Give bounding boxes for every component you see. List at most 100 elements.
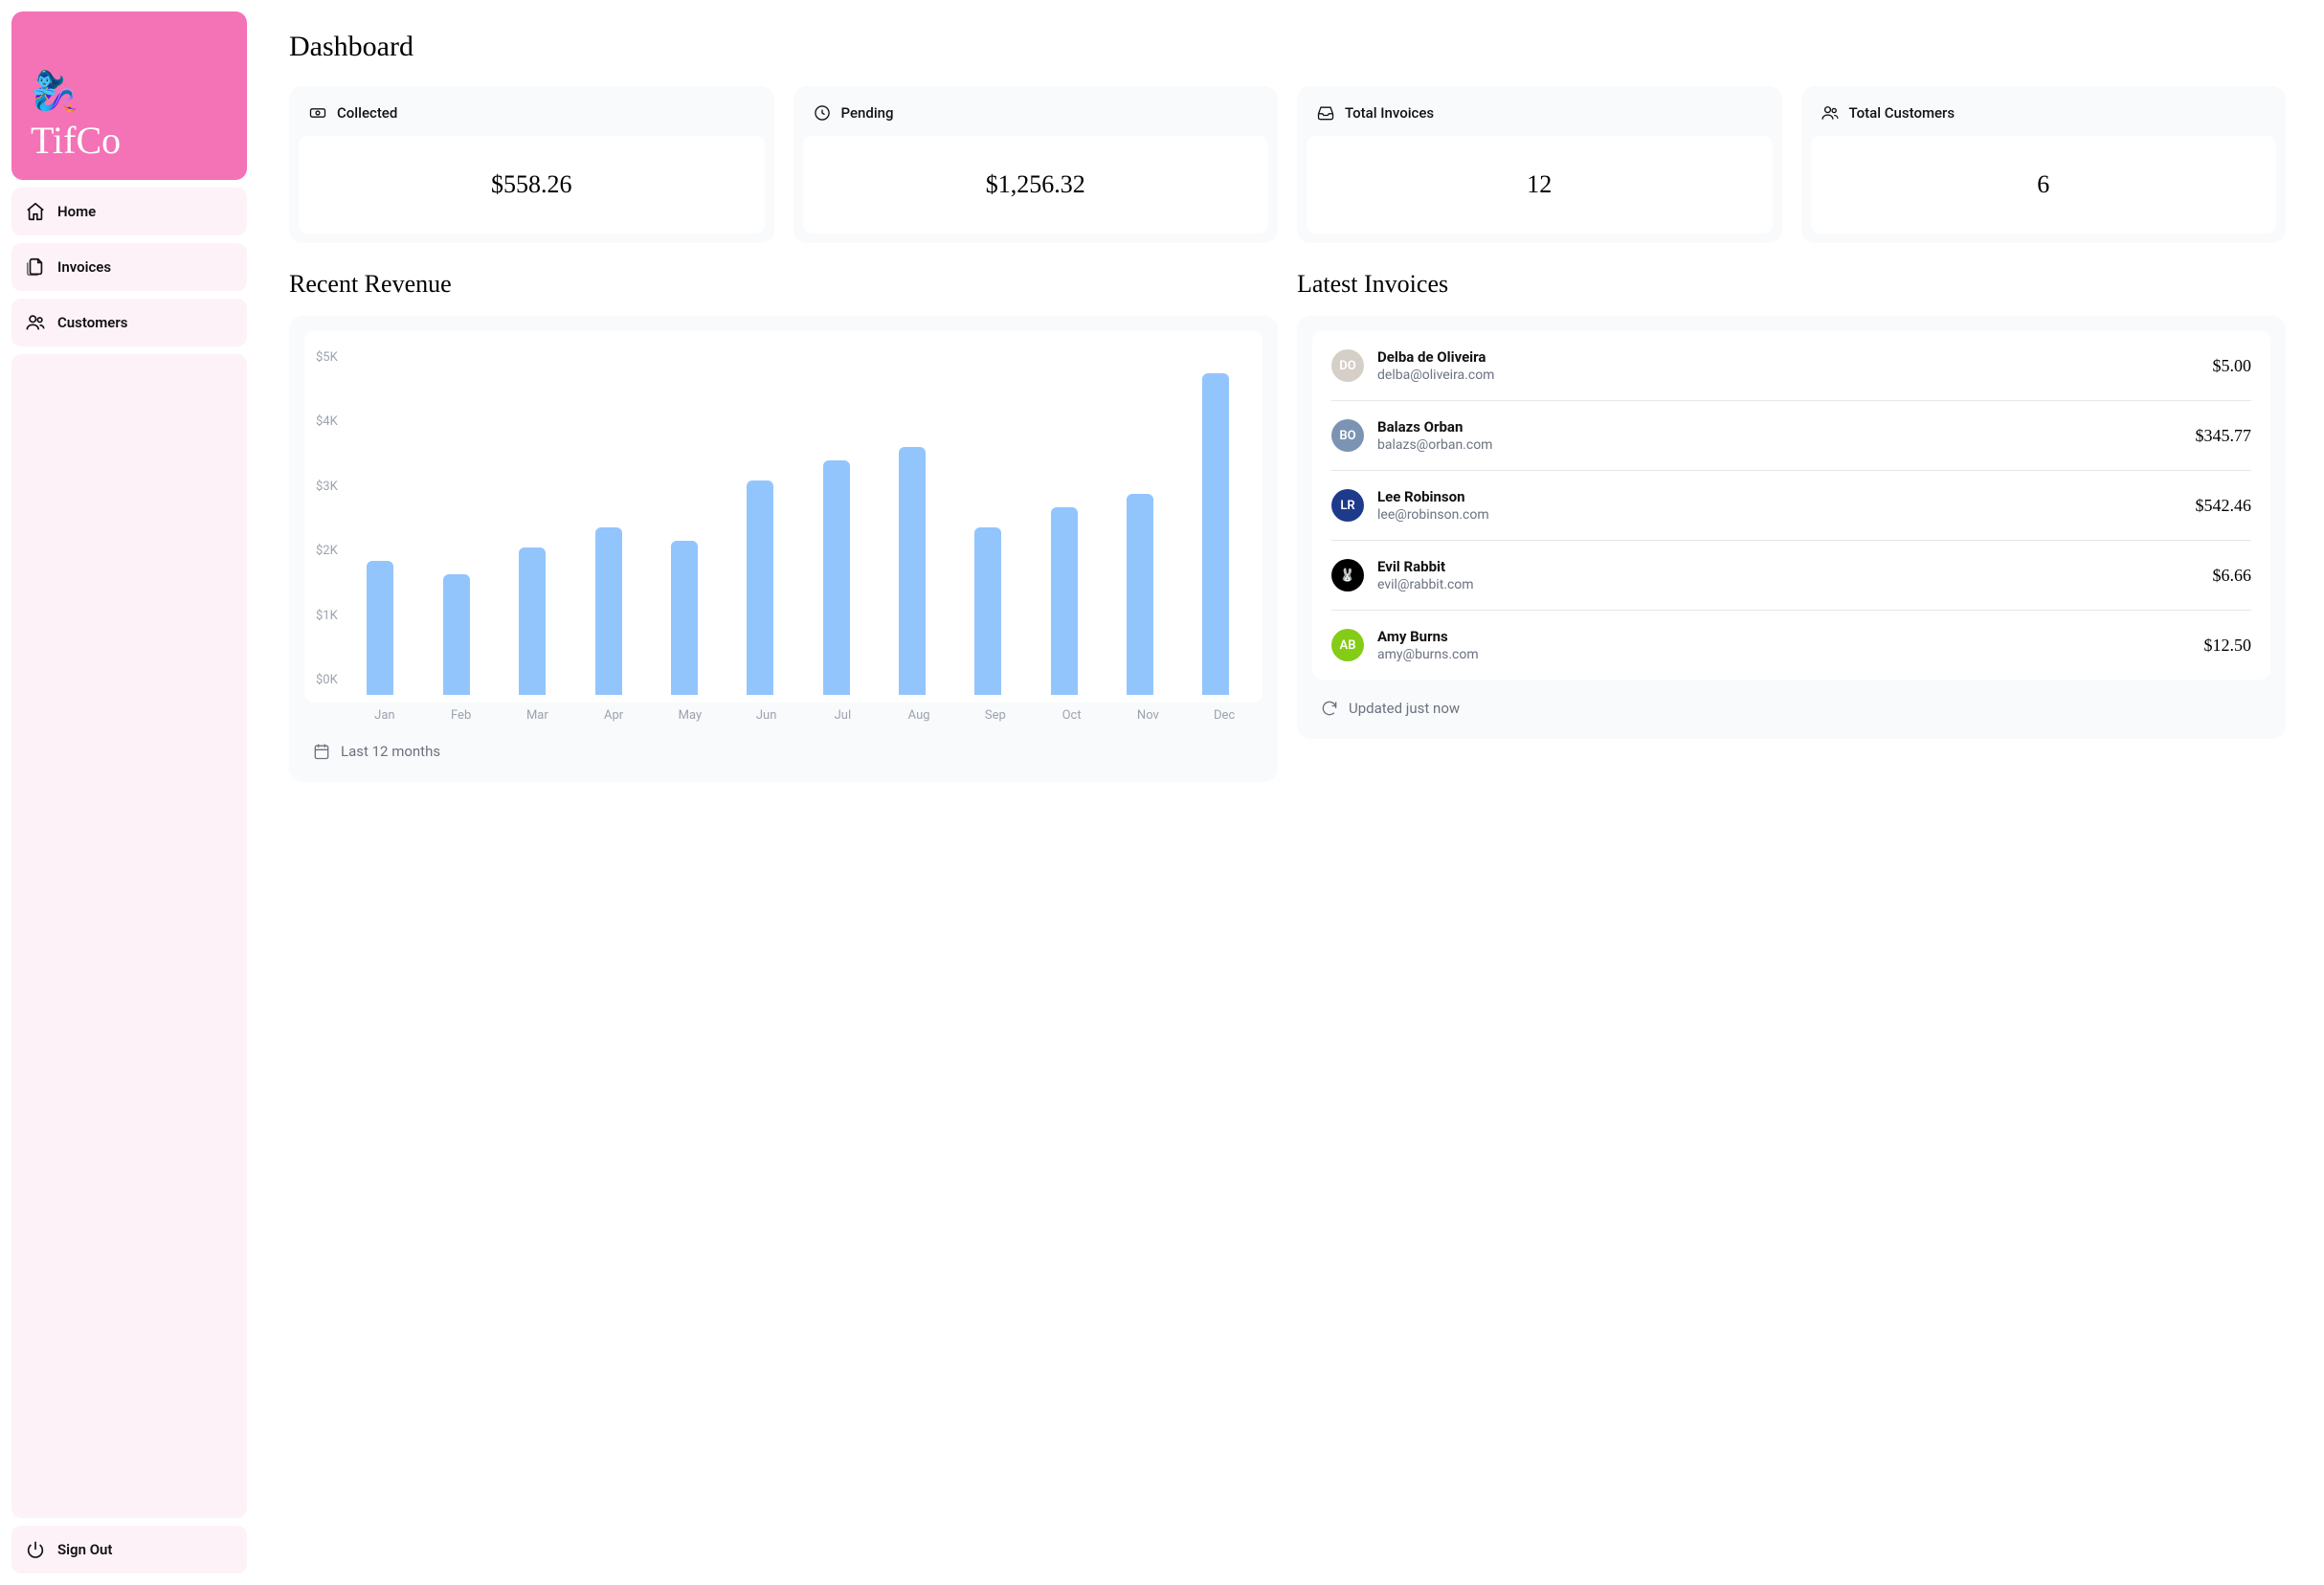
y-tick: $4K — [316, 414, 338, 429]
invoice-email: amy@burns.com — [1377, 647, 2191, 662]
main-content: Dashboard Collected $558.26 Pending $1,2… — [258, 0, 2324, 1585]
invoice-email: delba@oliveira.com — [1377, 368, 2200, 383]
month-labels: JanFebMarAprMayJunJulAugSepOctNovDec — [304, 708, 1263, 723]
bar-col — [726, 480, 795, 695]
stat-card-total-invoices: Total Invoices 12 — [1297, 86, 1782, 243]
sidebar-item-home[interactable]: Home — [11, 188, 247, 235]
stat-value: $558.26 — [299, 136, 765, 234]
refresh-icon — [1320, 699, 1339, 718]
month-label: Mar — [500, 708, 576, 723]
stat-label: Collected — [337, 104, 397, 122]
stat-label: Total Invoices — [1345, 104, 1434, 122]
stat-label: Pending — [841, 104, 894, 122]
bar-col — [1029, 507, 1099, 695]
power-icon — [25, 1539, 46, 1560]
invoice-row[interactable]: LRLee Robinsonlee@robinson.com$542.46 — [1331, 470, 2251, 540]
invoice-amount: $5.00 — [2213, 356, 2252, 376]
invoice-row[interactable]: BO Balazs Orban balazs@orban.com $345.77 — [1331, 400, 2251, 470]
signout-button[interactable]: Sign Out — [11, 1526, 247, 1574]
invoice-email: evil@rabbit.com — [1377, 577, 2200, 592]
lower-row: Recent Revenue $5K$4K$3K$2K$1K$0K JanFeb… — [289, 270, 2286, 782]
invoice-row[interactable]: ABAmy Burnsamy@burns.com$12.50 — [1331, 610, 2251, 680]
y-tick: $0K — [316, 673, 338, 687]
home-icon — [25, 201, 46, 222]
month-label: Jul — [805, 708, 882, 723]
bar — [747, 480, 773, 695]
invoice-email: balazs@orban.com — [1377, 437, 2182, 453]
stat-card-pending: Pending $1,256.32 — [793, 86, 1279, 243]
bar — [974, 527, 1001, 695]
sidebar: 🧞‍♀️ TifCo Home Invoices Customers Sign … — [0, 0, 258, 1585]
revenue-chart: $5K$4K$3K$2K$1K$0K — [304, 331, 1263, 703]
bar-col — [649, 541, 719, 695]
logo-block[interactable]: 🧞‍♀️ TifCo — [11, 11, 247, 180]
invoice-email: lee@robinson.com — [1377, 507, 2182, 523]
brand-name: TifCo — [31, 118, 228, 163]
bar — [1051, 507, 1078, 695]
invoice-info: Amy Burns amy@burns.com — [1377, 628, 2191, 662]
invoice-name: Amy Burns — [1377, 628, 2191, 645]
invoice-info: Delba de Oliveira delba@oliveira.com — [1377, 348, 2200, 383]
y-tick: $3K — [316, 480, 338, 494]
revenue-title: Recent Revenue — [289, 270, 1278, 299]
invoice-info: Evil Rabbitevil@rabbit.com — [1377, 558, 2200, 592]
calendar-icon — [312, 742, 331, 761]
documents-icon — [25, 257, 46, 278]
invoice-amount: $345.77 — [2196, 426, 2252, 446]
bar-col — [1105, 494, 1174, 695]
revenue-footer-text: Last 12 months — [341, 743, 440, 760]
bar — [367, 561, 393, 695]
stats-row: Collected $558.26 Pending $1,256.32 Tota… — [289, 86, 2286, 243]
sidebar-item-label: Home — [57, 203, 96, 220]
sidebar-item-invoices[interactable]: Invoices — [11, 243, 247, 291]
revenue-section: Recent Revenue $5K$4K$3K$2K$1K$0K JanFeb… — [289, 270, 1278, 782]
bar — [1127, 494, 1153, 695]
bar-col — [953, 527, 1023, 695]
stat-value: 12 — [1307, 136, 1773, 234]
clock-icon — [813, 103, 832, 123]
stat-label: Total Customers — [1849, 104, 1955, 122]
y-tick: $1K — [316, 609, 338, 623]
page-title: Dashboard — [289, 31, 2286, 63]
sidebar-item-label: Customers — [57, 314, 127, 331]
revenue-card: $5K$4K$3K$2K$1K$0K JanFebMarAprMayJunJul… — [289, 316, 1278, 782]
y-tick: $5K — [316, 350, 338, 365]
bar — [899, 447, 926, 695]
users-icon — [25, 312, 46, 333]
invoice-name: Delba de Oliveira — [1377, 348, 2200, 366]
sidebar-spacer — [11, 354, 247, 1518]
bar-col — [1181, 373, 1251, 695]
invoice-info: Balazs Orban balazs@orban.com — [1377, 418, 2182, 453]
sidebar-item-customers[interactable]: Customers — [11, 299, 247, 346]
bars-wrap — [346, 350, 1251, 695]
month-label: Jan — [346, 708, 423, 723]
revenue-footer: Last 12 months — [304, 723, 1263, 767]
bar — [443, 574, 470, 695]
stat-value: $1,256.32 — [803, 136, 1269, 234]
invoice-info: Lee Robinsonlee@robinson.com — [1377, 488, 2182, 523]
stat-card-collected: Collected $558.26 — [289, 86, 774, 243]
bar-col — [498, 547, 568, 695]
invoice-list: DODelba de Oliveiradelba@oliveira.com$5.… — [1312, 331, 2270, 680]
bar — [1202, 373, 1229, 695]
bar — [823, 460, 850, 695]
avatar: BO — [1331, 419, 1364, 452]
invoice-row[interactable]: DODelba de Oliveiradelba@oliveira.com$5.… — [1331, 331, 2251, 400]
invoices-card: DODelba de Oliveiradelba@oliveira.com$5.… — [1297, 316, 2286, 739]
stat-value: 6 — [1811, 136, 2277, 234]
invoices-section: Latest Invoices DODelba de Oliveiradelba… — [1297, 270, 2286, 782]
invoice-name: Balazs Orban — [1377, 418, 2182, 435]
bar-col — [801, 460, 871, 695]
bar — [671, 541, 698, 695]
avatar: 🐰 — [1331, 559, 1364, 592]
invoices-title: Latest Invoices — [1297, 270, 2286, 299]
users-icon — [1821, 103, 1840, 123]
month-label: Feb — [423, 708, 500, 723]
month-label: Dec — [1186, 708, 1263, 723]
bar-col — [877, 447, 947, 695]
avatar: AB — [1331, 629, 1364, 661]
bar-col — [346, 561, 415, 695]
invoice-row[interactable]: 🐰 Evil Rabbitevil@rabbit.com $6.66 — [1331, 540, 2251, 610]
month-label: Sep — [957, 708, 1034, 723]
invoice-amount: $6.66 — [2213, 566, 2252, 586]
